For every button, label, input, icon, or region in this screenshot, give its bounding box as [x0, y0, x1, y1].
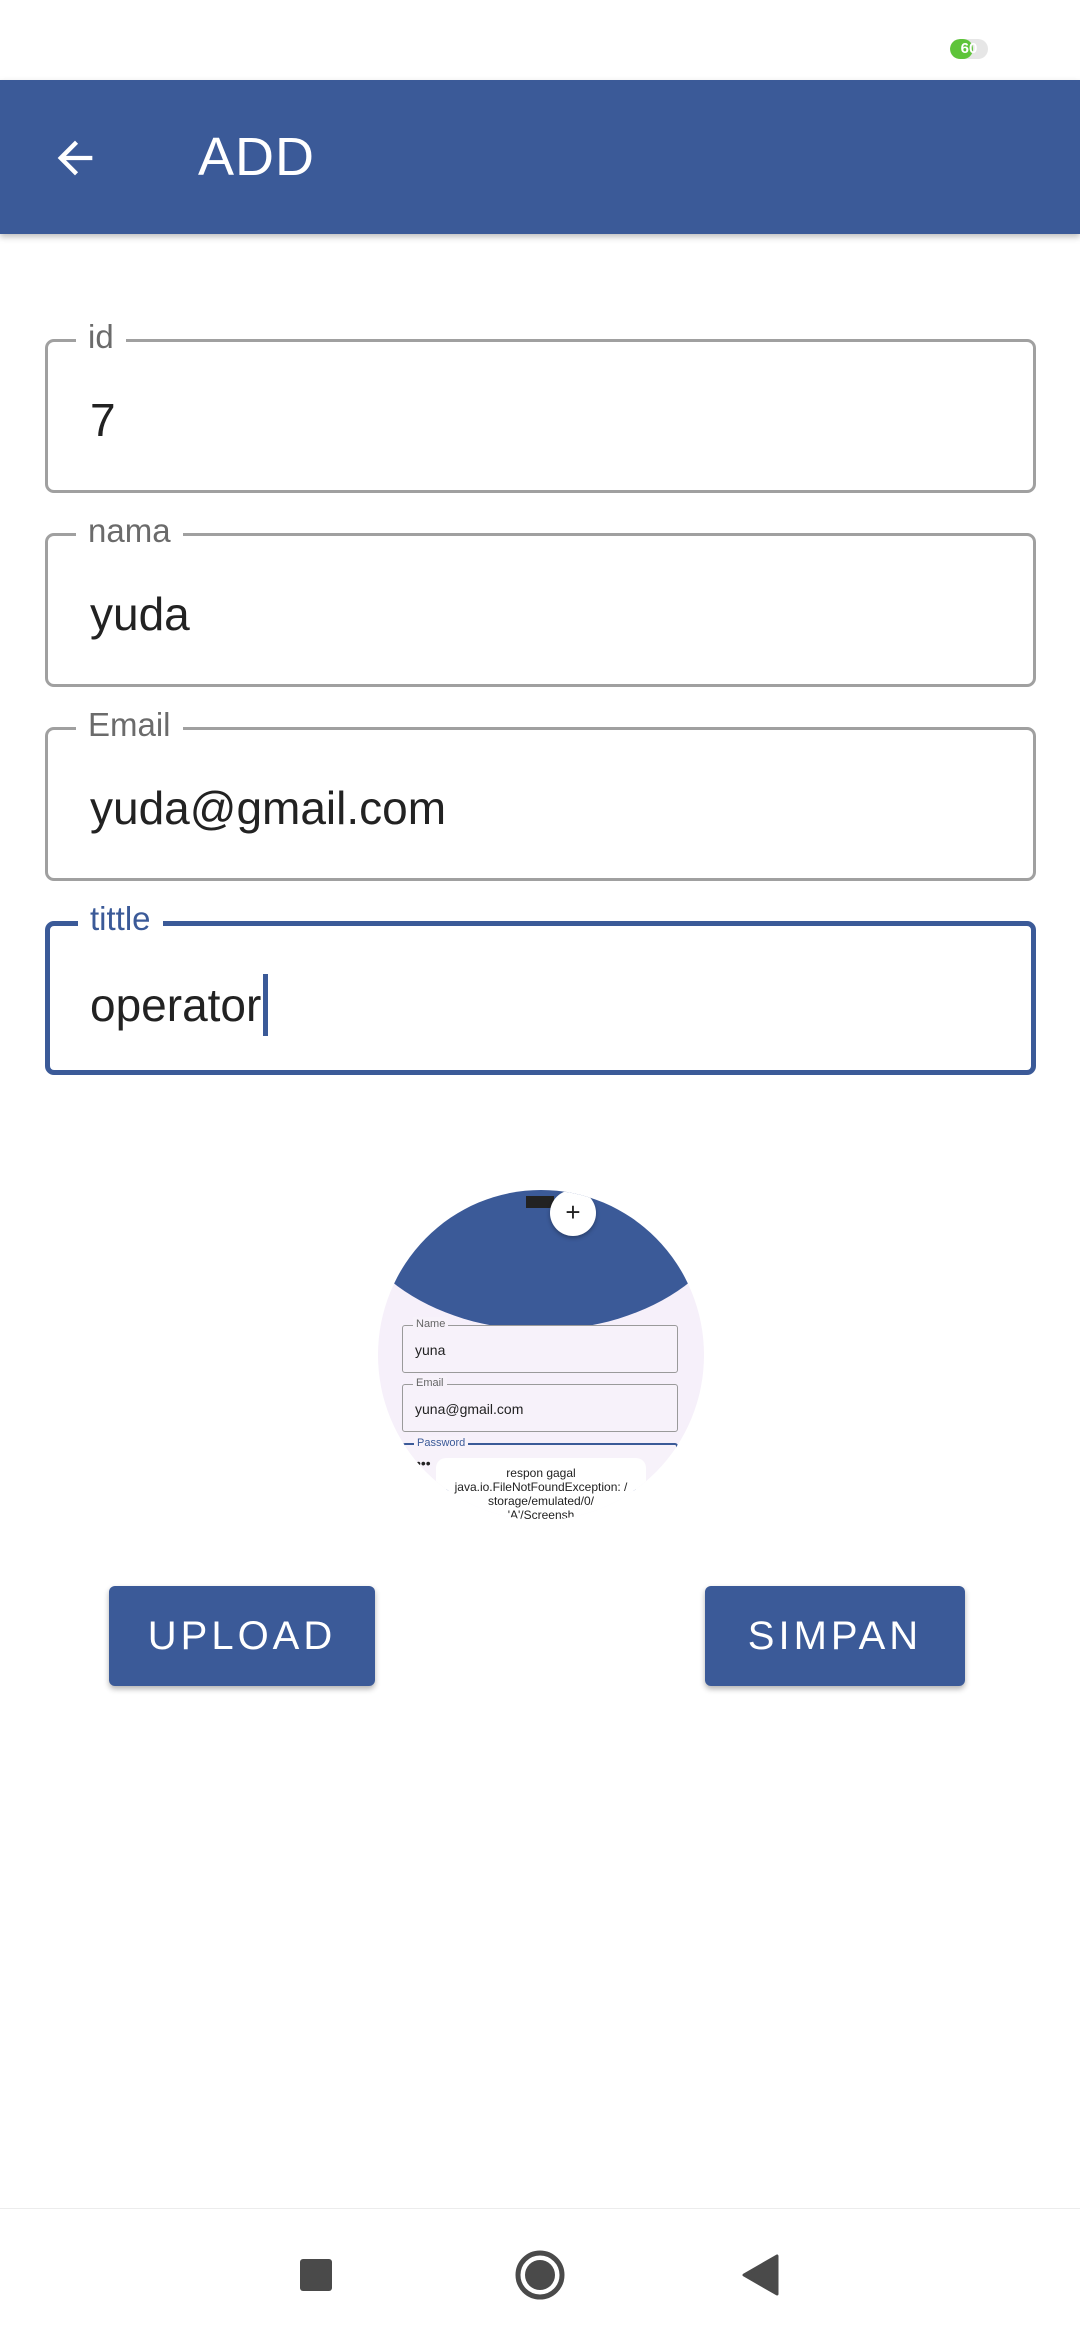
- id-field[interactable]: id 7: [45, 317, 1036, 493]
- preview-add-button: +: [550, 1190, 596, 1236]
- preview-toast-line: respon gagal: [506, 1466, 576, 1480]
- tittle-field-label: tittle: [78, 899, 163, 939]
- email-field-label: Email: [76, 705, 183, 745]
- nama-field[interactable]: nama yuda: [45, 511, 1036, 687]
- triangle-back-icon: [742, 2254, 779, 2296]
- preview-name-field: Name yuna: [402, 1317, 678, 1373]
- preview-toast-line: java.io.FileNotFoundException: /: [454, 1480, 628, 1494]
- battery-level: 60: [960, 40, 978, 57]
- preview-toast: respon gagal java.io.FileNotFoundExcepti…: [436, 1458, 646, 1520]
- recent-apps-button[interactable]: [256, 2209, 376, 2341]
- preview-name-value: yuna: [415, 1342, 446, 1358]
- image-preview: + Name yuna Email yuna@gmail.com Passwor…: [378, 1190, 704, 1520]
- tittle-field-value: operator: [90, 979, 262, 1031]
- preview-toast-line: storage/emulated/0/: [487, 1494, 595, 1508]
- tittle-field-value-wrap: operator: [90, 974, 269, 1036]
- nama-field-label: nama: [76, 511, 183, 551]
- nama-field-value: yuda: [90, 588, 190, 640]
- text-cursor: [263, 974, 269, 1036]
- back-button[interactable]: [30, 116, 120, 200]
- app-bar: ADD: [0, 80, 1080, 234]
- email-field-value: yuda@gmail.com: [90, 782, 447, 834]
- page-title: ADD: [198, 127, 316, 187]
- circle-icon: [515, 2250, 565, 2300]
- preview-email-value: yuna@gmail.com: [415, 1401, 524, 1417]
- email-field[interactable]: Email yuda@gmail.com: [45, 705, 1036, 881]
- id-field-value: 7: [90, 394, 116, 446]
- preview-password-value: •••: [416, 1455, 431, 1471]
- tittle-field[interactable]: tittle operator: [45, 899, 1036, 1075]
- preview-email-field: Email yuna@gmail.com: [402, 1376, 678, 1432]
- preview-toast-line: 'A'/Screensh: [507, 1508, 575, 1520]
- id-field-label: id: [76, 317, 126, 357]
- battery-icon: 60: [950, 39, 988, 59]
- arrow-left-icon: [57, 140, 93, 176]
- preview-email-label: Email: [413, 1376, 447, 1390]
- navigation-bar: [0, 2208, 1080, 2340]
- square-icon: [300, 2259, 332, 2291]
- preview-password-label: Password: [414, 1436, 469, 1450]
- simpan-button[interactable]: SIMPAN: [705, 1586, 965, 1686]
- preview-header: [378, 1190, 704, 1330]
- status-bar: 60: [0, 0, 1080, 80]
- home-button[interactable]: [480, 2209, 600, 2341]
- preview-name-label: Name: [413, 1317, 449, 1331]
- system-back-button[interactable]: [700, 2209, 820, 2341]
- upload-button[interactable]: UPLOAD: [109, 1586, 375, 1686]
